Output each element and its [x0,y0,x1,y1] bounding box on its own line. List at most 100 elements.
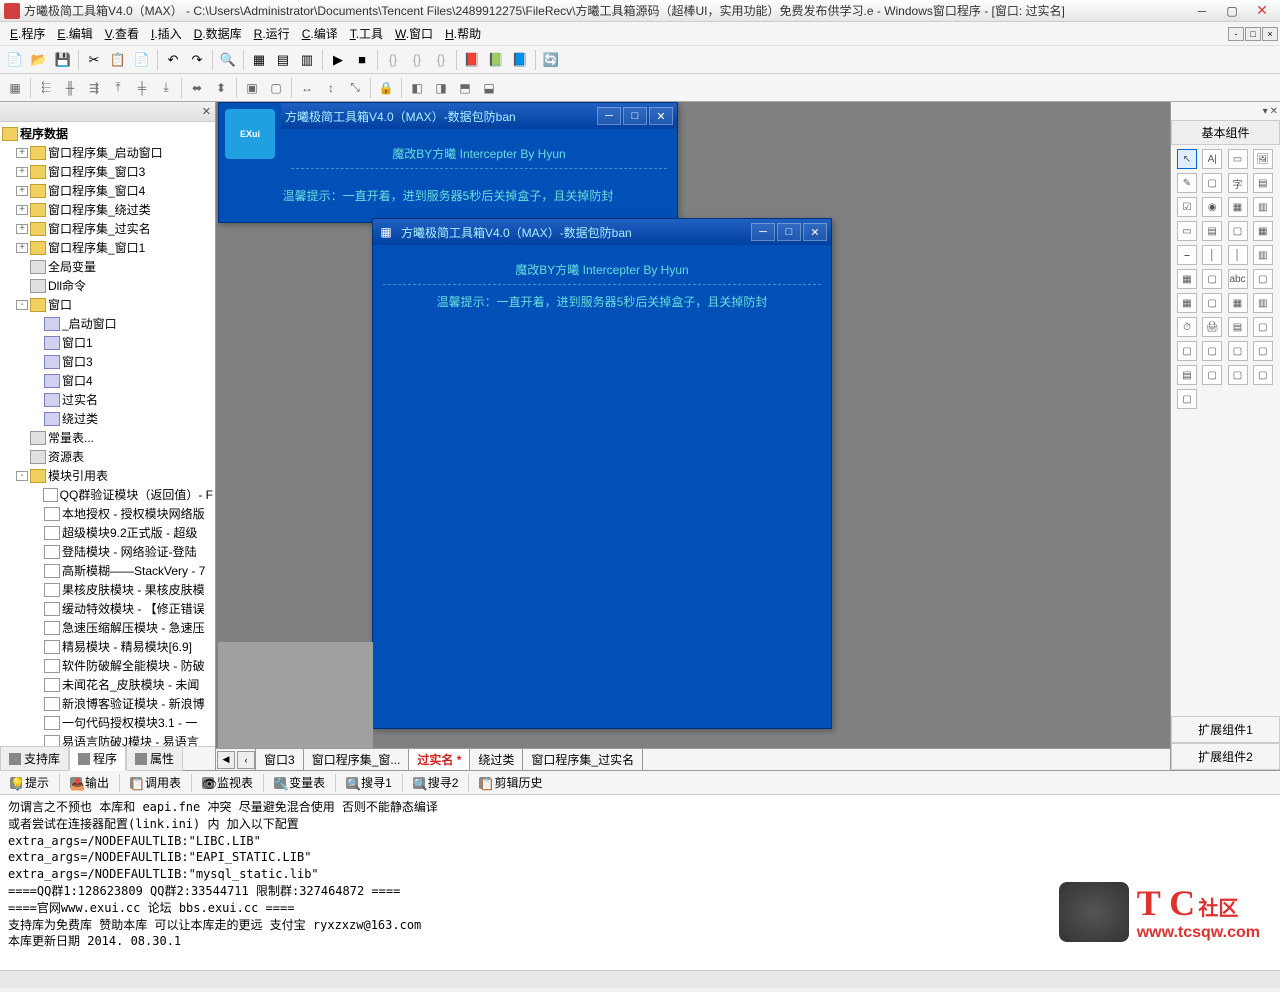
component-item[interactable]: ▤ [1177,365,1197,385]
expand-icon[interactable]: - [16,471,28,481]
output-tab[interactable]: 🔍搜寻1 [340,772,398,793]
output-tab[interactable]: 🔍搜寻2 [407,772,465,793]
size3-button[interactable]: ⤡ [344,77,366,99]
component-item[interactable]: ▭ [1228,149,1248,169]
size1-button[interactable]: ↔ [296,77,318,99]
tree-item[interactable]: 本地授权 - 授权模块网络版 [2,504,213,523]
tree-item[interactable]: 软件防破解全能模块 - 防破 [2,656,213,675]
form1-minimize-button[interactable]: ─ [597,107,621,125]
component-item[interactable]: ▤ [1228,317,1248,337]
tree-item[interactable]: +窗口程序集_过实名 [2,219,213,238]
ext-components-2[interactable]: 扩展组件2 [1171,743,1280,770]
component-item[interactable]: ▢ [1253,317,1273,337]
designer-tab[interactable]: 窗口3 [255,748,304,770]
tree-item[interactable]: 果核皮肤模块 - 果核皮肤模 [2,580,213,599]
ext-components-1[interactable]: 扩展组件1 [1171,716,1280,743]
component-item[interactable]: ▥ [1253,197,1273,217]
component-item[interactable]: 🖨 [1202,317,1222,337]
undo-button[interactable]: ↶ [162,49,184,71]
size2-button[interactable]: ↕ [320,77,342,99]
expand-icon[interactable]: + [16,186,28,196]
tree-item[interactable]: 常量表... [2,428,213,447]
menu-item[interactable]: E.编辑 [51,23,98,44]
component-item[interactable]: ▢ [1202,173,1222,193]
designer-tab[interactable]: 过实名 [408,748,470,770]
tab-support-lib[interactable]: 支持库 [0,746,69,771]
component-item[interactable]: 字 [1228,173,1248,193]
stop-button[interactable]: ■ [351,49,373,71]
layout2-button[interactable]: ▤ [272,49,294,71]
align-bottom-button[interactable]: ⤓ [155,77,177,99]
output-tab[interactable]: 👁监视表 [196,772,259,793]
tree-item[interactable]: +窗口程序集_启动窗口 [2,143,213,162]
component-item[interactable]: ▢ [1228,365,1248,385]
component-item[interactable]: ✎ [1177,173,1197,193]
tree-item[interactable]: 窗口1 [2,333,213,352]
tree-item[interactable]: -模块引用表 [2,466,213,485]
step3-button[interactable]: {} [430,49,452,71]
form-designer[interactable]: 方曦极简工具箱V4.0（MAX）-数据包防ban ─ □ ✕ 魔改BY方曦 In… [216,102,1170,770]
expand-icon[interactable]: + [16,148,28,158]
component-item[interactable]: ▢ [1253,365,1273,385]
cut-button[interactable]: ✂ [83,49,105,71]
expand-icon[interactable]: + [16,205,28,215]
tree-item[interactable]: 绕过类 [2,409,213,428]
tree-item[interactable]: 资源表 [2,447,213,466]
tree-item[interactable]: 精易模块 - 精易模块[6.9] [2,637,213,656]
tree-item[interactable]: -窗口 [2,295,213,314]
tab-nav-first[interactable]: ◀ [217,751,235,769]
panel-pin-button[interactable]: ▾ [1263,106,1268,117]
expand-icon[interactable]: + [16,243,28,253]
output-tab[interactable]: 📋调用表 [124,772,187,793]
component-item[interactable]: ▦ [1228,293,1248,313]
panel-close-button[interactable]: ✕ [202,105,211,118]
mdi-minimize-button[interactable]: - [1228,27,1244,41]
menu-item[interactable]: I.插入 [145,23,188,44]
misc1-button[interactable]: ◧ [406,77,428,99]
component-item[interactable]: ▭ [1177,221,1197,241]
tab-property[interactable]: 属性 [126,746,183,771]
grid-button[interactable]: ▦ [4,77,26,99]
menu-item[interactable]: D.数据库 [188,23,248,44]
mdi-close-button[interactable]: × [1262,27,1278,41]
component-item[interactable]: ▤ [1253,173,1273,193]
layout3-button[interactable]: ▥ [296,49,318,71]
layout1-button[interactable]: ▦ [248,49,270,71]
menu-item[interactable]: C.编译 [296,23,344,44]
expand-icon[interactable]: + [16,224,28,234]
tree-item[interactable]: 一句代码授权模块3.1 - 一 [2,713,213,732]
form2-minimize-button[interactable]: ─ [751,223,775,241]
tree-item[interactable]: 登陆模块 - 网络验证-登陆 [2,542,213,561]
menu-item[interactable]: V.查看 [99,23,145,44]
tree-item[interactable]: 窗口4 [2,371,213,390]
menu-item[interactable]: W.窗口 [389,23,439,44]
component-item[interactable]: ▢ [1228,341,1248,361]
component-item[interactable]: ▦ [1177,269,1197,289]
component-item[interactable]: ▢ [1253,341,1273,361]
output-tab[interactable]: 🔧变量表 [268,772,331,793]
component-item[interactable]: A| [1202,149,1222,169]
align-top-button[interactable]: ⤒ [107,77,129,99]
copy-button[interactable]: 📋 [107,49,129,71]
component-item[interactable]: ▢ [1202,293,1222,313]
front-button[interactable]: ▣ [241,77,263,99]
tree-item[interactable]: 缓动特效模块 - 【修正错误 [2,599,213,618]
designer-tab[interactable]: 绕过类 [469,748,523,770]
tree-item[interactable]: +窗口程序集_窗口1 [2,238,213,257]
component-item[interactable]: ▢ [1228,221,1248,241]
component-item[interactable]: ▢ [1202,269,1222,289]
output-tab[interactable]: 📋剪辑历史 [473,772,548,793]
open-button[interactable]: 📂 [28,49,50,71]
component-item[interactable]: ◉ [1202,197,1222,217]
back-button[interactable]: ▢ [265,77,287,99]
output-tab[interactable]: 💡提示 [4,772,55,793]
tree-item[interactable]: 窗口3 [2,352,213,371]
dist-v-button[interactable]: ⬍ [210,77,232,99]
selection-handle[interactable] [218,642,373,758]
step1-button[interactable]: {} [382,49,404,71]
tree-item[interactable]: 新浪博客验证模块 - 新浪博 [2,694,213,713]
component-item[interactable]: ▢ [1202,341,1222,361]
align-center-button[interactable]: ╫ [59,77,81,99]
run-button[interactable]: ▶ [327,49,349,71]
design-form-1[interactable]: 方曦极简工具箱V4.0（MAX）-数据包防ban ─ □ ✕ 魔改BY方曦 In… [218,102,678,223]
